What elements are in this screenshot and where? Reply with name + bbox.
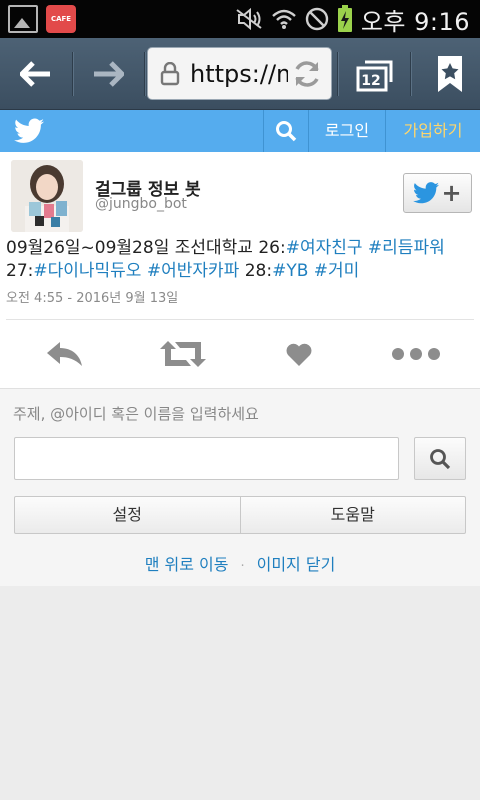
follow-button[interactable]: + xyxy=(403,173,472,213)
search-label: 주제, @아이디 혹은 이름을 입력하세요 xyxy=(13,405,259,423)
picture-icon xyxy=(8,5,38,33)
search-panel: 주제, @아이디 혹은 이름을 입력하세요 설정 도움말 맨 위로 이동 · 이미지… xyxy=(0,388,480,586)
twitter-header: 로그인 가입하기 xyxy=(0,110,480,152)
cafe-app-icon: CAFE xyxy=(46,5,76,33)
tweet-actions xyxy=(0,332,480,376)
retweet-icon xyxy=(159,341,206,367)
help-button[interactable]: 도움말 xyxy=(239,497,466,533)
search-input[interactable] xyxy=(14,437,399,480)
hashtag-link[interactable]: #YB xyxy=(272,261,308,281)
url-bar[interactable]: https://m xyxy=(147,47,332,100)
scroll-to-top-link[interactable]: 맨 위로 이동 xyxy=(145,555,229,574)
header-search-button[interactable] xyxy=(263,110,308,152)
hashtag-link[interactable]: #어반자카파 xyxy=(147,261,239,281)
login-link[interactable]: 로그인 xyxy=(308,110,385,152)
tweet-text-segment: 28: xyxy=(239,261,273,281)
footer-links: 맨 위로 이동 · 이미지 닫기 xyxy=(0,551,480,575)
like-heart-icon xyxy=(286,343,312,366)
more-button[interactable] xyxy=(388,332,444,376)
tab-count: 12 xyxy=(361,73,381,89)
hashtag-link[interactable]: #리듬파워 xyxy=(368,238,445,258)
search-icon xyxy=(430,448,451,469)
twitter-bird-icon xyxy=(413,182,440,204)
tweet-card: 걸그룹 정보 봇 @jungbo_bot + 09월26일~09월28일 조선대… xyxy=(0,152,480,388)
divider xyxy=(6,319,474,320)
back-button[interactable] xyxy=(0,38,72,110)
like-button[interactable] xyxy=(278,332,320,376)
wifi-icon xyxy=(272,9,296,29)
signup-link[interactable]: 가입하기 xyxy=(385,110,480,152)
battery-charging-icon xyxy=(337,5,352,32)
url-text[interactable]: https://m xyxy=(190,60,288,88)
browser-toolbar: https://m 12 xyxy=(0,38,480,110)
bookmark-button[interactable] xyxy=(420,38,480,110)
avatar[interactable] xyxy=(11,160,83,232)
bookmark-star-icon xyxy=(438,56,462,92)
status-bar: CAFE 오후 9:16 xyxy=(0,0,480,38)
tweet-text-segment: 27: xyxy=(6,261,34,281)
lock-icon xyxy=(160,62,180,86)
link-separator: · xyxy=(240,559,245,574)
tweet-text-segment: 09월26일~09월28일 조선대학교 26: xyxy=(6,238,286,258)
reload-icon[interactable] xyxy=(291,58,323,90)
clock-time: 오후 9:16 xyxy=(360,7,470,36)
settings-button[interactable]: 설정 xyxy=(15,497,240,533)
hashtag-link[interactable]: #다이나믹듀오 xyxy=(33,261,141,281)
no-signal-icon xyxy=(305,7,329,31)
hashtag-link[interactable]: #여자친구 xyxy=(286,238,363,258)
hashtag-link[interactable]: #거미 xyxy=(314,261,360,281)
close-images-link[interactable]: 이미지 닫기 xyxy=(257,555,336,574)
avatar-image xyxy=(11,160,83,232)
empty-background xyxy=(0,586,480,800)
forward-button[interactable] xyxy=(72,38,144,110)
reply-icon xyxy=(47,342,82,366)
forward-arrow-icon xyxy=(94,61,124,87)
plus-icon: + xyxy=(441,179,462,207)
search-icon xyxy=(276,121,297,142)
back-arrow-icon xyxy=(20,61,50,87)
more-dots-icon xyxy=(392,348,440,360)
author-handle[interactable]: @jungbo_bot xyxy=(95,196,187,212)
twitter-bird-icon[interactable] xyxy=(14,118,44,144)
toolbar-divider xyxy=(410,52,411,96)
retweet-button[interactable] xyxy=(155,332,210,376)
settings-help-row: 설정 도움말 xyxy=(14,496,466,534)
tweet-timestamp[interactable]: 오전 4:55 - 2016년 9월 13일 xyxy=(6,287,178,306)
mute-icon xyxy=(236,8,262,30)
reply-button[interactable] xyxy=(40,332,90,376)
toolbar-divider xyxy=(144,52,145,96)
status-indicators: 오후 9:16 xyxy=(235,0,470,38)
toolbar-divider xyxy=(337,52,338,96)
search-button[interactable] xyxy=(414,437,466,480)
tweet-text: 09월26일~09월28일 조선대학교 26:#여자친구 #리듬파워 27:#다… xyxy=(6,237,476,283)
